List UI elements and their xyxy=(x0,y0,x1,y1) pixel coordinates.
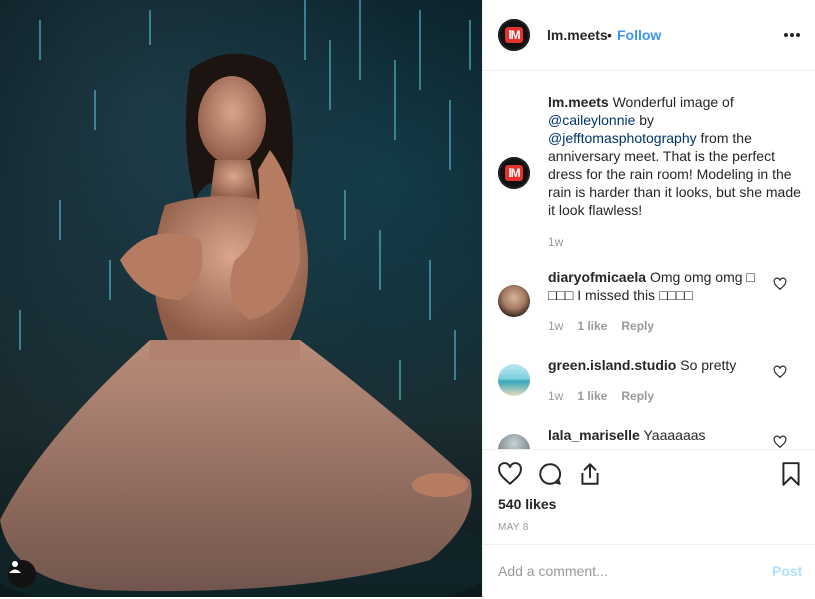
account-avatar[interactable]: lM xyxy=(498,19,530,51)
post-actions: 540 likes MAY 8 Add a comment... Post xyxy=(483,449,815,598)
like-comment-heart-icon[interactable] xyxy=(773,277,787,291)
more-options-icon[interactable] xyxy=(782,25,802,45)
avatar[interactable] xyxy=(498,364,530,396)
separator-dot: • xyxy=(607,27,612,43)
comment-username[interactable]: green.island.studio xyxy=(548,357,676,373)
comment-input[interactable]: Add a comment... xyxy=(498,563,738,579)
caption-text: by xyxy=(635,112,655,128)
caption-text: Wonderful image of xyxy=(608,94,734,110)
like-comment-heart-icon[interactable] xyxy=(773,365,787,379)
account-username[interactable]: lm.meets xyxy=(547,27,608,43)
post-side-panel: lM lm.meets • Follow lM lm.meets Wonderf… xyxy=(483,0,815,597)
comment-text: diaryofmicaela Omg omg omg □ □□□ I misse… xyxy=(548,269,755,303)
share-icon[interactable] xyxy=(577,461,603,487)
add-comment-bar: Add a comment... Post xyxy=(483,544,815,599)
post-caption: lm.meets Wonderful image of @caileylonni… xyxy=(548,93,806,219)
comment-meta: 1w 1 like Reply xyxy=(548,389,668,403)
comment-likes[interactable]: 1 like xyxy=(577,319,607,333)
comment-time[interactable]: 1w xyxy=(548,319,563,333)
post-date[interactable]: MAY 8 xyxy=(498,522,529,533)
likes-count[interactable]: 540 likes xyxy=(498,496,556,512)
comment-text: green.island.studio So pretty xyxy=(548,357,737,373)
comment-time[interactable]: 1w xyxy=(548,389,563,403)
reply-button[interactable]: Reply xyxy=(621,319,654,333)
post-comment-button[interactable]: Post xyxy=(772,563,802,579)
avatar[interactable] xyxy=(498,434,530,449)
post-photo[interactable] xyxy=(0,0,482,597)
follow-button[interactable]: Follow xyxy=(617,27,661,43)
comment-text: lala_mariselle Yaaaaaas xyxy=(548,427,706,443)
like-comment-heart-icon[interactable] xyxy=(773,435,787,449)
photo-illustration xyxy=(0,0,482,597)
caption-timestamp[interactable]: 1w xyxy=(548,235,563,249)
comment-item: lala_mariselle Yaaaaaas xyxy=(483,426,815,449)
post-header: lM lm.meets • Follow xyxy=(483,0,815,71)
tagged-user-icon[interactable] xyxy=(8,560,36,588)
comment-meta: 1w 1 like Reply xyxy=(548,319,668,333)
reply-button[interactable]: Reply xyxy=(621,389,654,403)
mention-caileylonnie[interactable]: @caileylonnie xyxy=(548,112,635,128)
caption-username[interactable]: lm.meets xyxy=(548,94,609,110)
comment-likes[interactable]: 1 like xyxy=(577,389,607,403)
like-heart-icon[interactable] xyxy=(497,461,523,487)
bookmark-icon[interactable] xyxy=(778,461,804,487)
mention-jefftomasphotography[interactable]: @jefftomasphotography xyxy=(548,130,697,146)
comment-bubble-icon[interactable] xyxy=(537,461,563,487)
comment-username[interactable]: lala_mariselle xyxy=(548,427,640,443)
avatar[interactable] xyxy=(498,285,530,317)
caption-avatar[interactable]: lM xyxy=(498,157,530,189)
comment-username[interactable]: diaryofmicaela xyxy=(548,269,646,285)
